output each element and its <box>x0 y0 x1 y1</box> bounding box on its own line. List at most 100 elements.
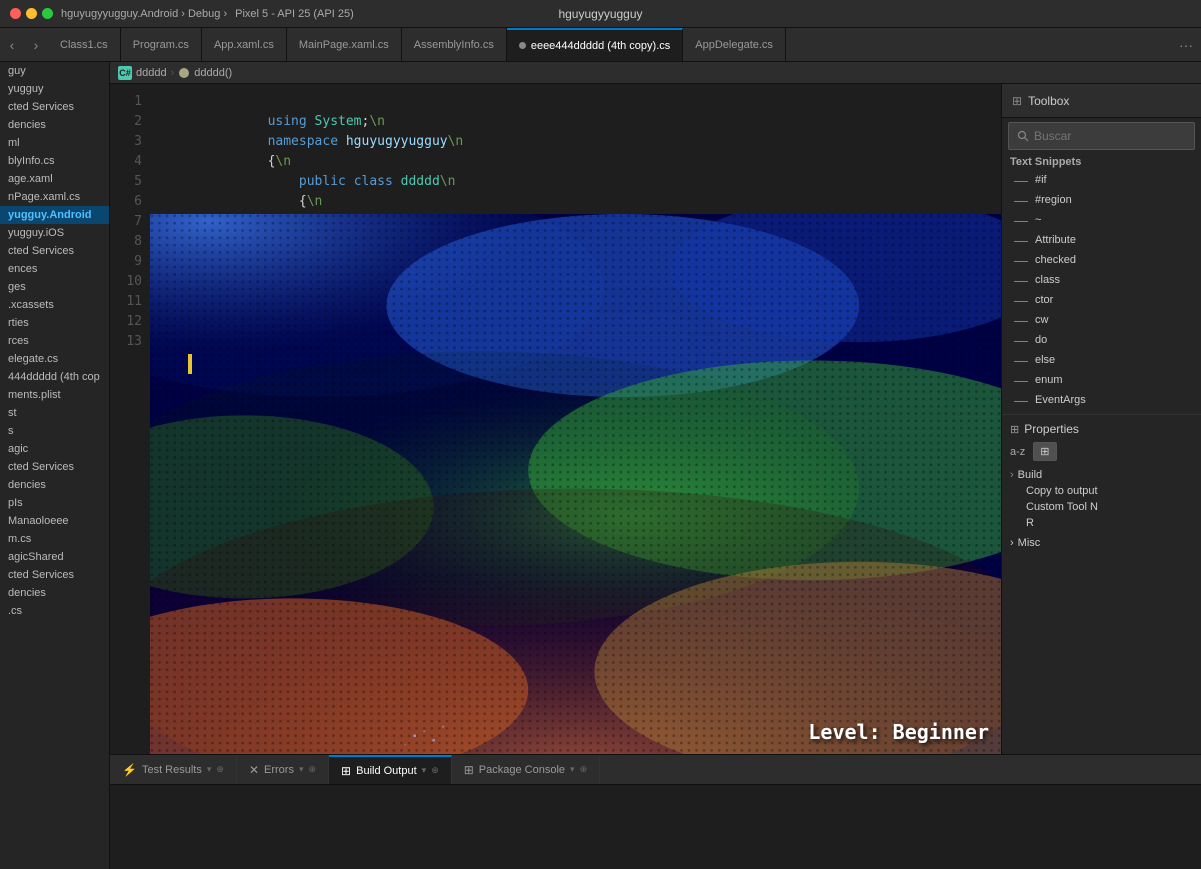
sidebar-item-rties[interactable]: rties <box>0 314 109 332</box>
sidebar-item-cs[interactable]: .cs <box>0 602 109 620</box>
copy-to-output[interactable]: Copy to output <box>1010 483 1193 499</box>
snippet-dots: — <box>1014 252 1028 268</box>
snippet-enum[interactable]: — enum <box>1002 370 1201 390</box>
sidebar-item-manaoloeee[interactable]: Manaoloeee <box>0 512 109 530</box>
sidebar-item-ios[interactable]: yugguy.iOS <box>0 224 109 242</box>
close-button[interactable] <box>10 8 21 19</box>
sidebar-item-rces[interactable]: rces <box>0 332 109 350</box>
app-info: hguyugyyugguy.Android › Debug › <box>61 8 227 20</box>
misc-section: › Misc <box>1002 534 1201 552</box>
sidebar-item-npage[interactable]: nPage.xaml.cs <box>0 188 109 206</box>
snippet-eventargs[interactable]: — EventArgs <box>1002 390 1201 410</box>
tab-build-output[interactable]: ⊞ Build Output ▾ ⊕ <box>329 755 452 784</box>
sidebar-item-age-xaml[interactable]: age.xaml <box>0 170 109 188</box>
snippet-class[interactable]: — class <box>1002 270 1201 290</box>
sidebar-item-dencies2[interactable]: dencies <box>0 476 109 494</box>
snippet-dots: — <box>1014 272 1028 288</box>
minimize-button[interactable] <box>26 8 37 19</box>
misc-label: Misc <box>1018 537 1041 549</box>
package-console-icon: ⊞ <box>464 763 474 777</box>
tab-label: AssemblyInfo.cs <box>414 39 494 51</box>
snippet-if[interactable]: — #if <box>1002 170 1201 190</box>
snippet-label: class <box>1035 274 1060 286</box>
tab-app[interactable]: App.xaml.cs <box>202 28 287 61</box>
code-content[interactable]: using System;\n namespace hguyugyyugguy\… <box>150 84 1001 754</box>
sidebar-item-ml[interactable]: ml <box>0 134 109 152</box>
sidebar-item-agic[interactable]: agic <box>0 440 109 458</box>
tab-eeee[interactable]: eeee444ddddd (4th copy).cs <box>507 28 683 61</box>
sidebar-item-blyinfo[interactable]: blyInfo.cs <box>0 152 109 170</box>
tab-program[interactable]: Program.cs <box>121 28 202 61</box>
tab-appdelegate[interactable]: AppDelegate.cs <box>683 28 786 61</box>
sidebar-item-ments[interactable]: ments.plist <box>0 386 109 404</box>
tab-assemblyinfo[interactable]: AssemblyInfo.cs <box>402 28 507 61</box>
snippet-label: EventArgs <box>1035 394 1086 406</box>
package-console-action[interactable]: ⊕ <box>580 764 588 775</box>
snippet-checked[interactable]: — checked <box>1002 250 1201 270</box>
sidebar-item-elegate[interactable]: elegate.cs <box>0 350 109 368</box>
title-bar: hguyugyyugguy.Android › Debug › Pixel 5 … <box>0 0 1201 28</box>
yellow-indicator <box>188 354 192 374</box>
sidebar-item-m-cs[interactable]: m.cs <box>0 530 109 548</box>
snippet-tilde[interactable]: — ~ <box>1002 210 1201 230</box>
sidebar-item-yugguy[interactable]: yugguy <box>0 80 109 98</box>
toolbox-divider-1 <box>1002 414 1201 415</box>
sidebar-item-apis[interactable]: pIs <box>0 494 109 512</box>
sidebar-item-cted4[interactable]: cted Services <box>0 566 109 584</box>
code-line-4: public class ddddd\n <box>158 152 1001 172</box>
snippet-attribute[interactable]: — Attribute <box>1002 230 1201 250</box>
sidebar-item-guy[interactable]: guy <box>0 62 109 80</box>
code-line-6: public ddddd()\n <box>158 192 1001 212</box>
sidebar-item-s[interactable]: s <box>0 422 109 440</box>
toolbox-search-container[interactable] <box>1008 122 1195 150</box>
build-output-arrow: ▾ <box>422 765 427 776</box>
maximize-button[interactable] <box>42 8 53 19</box>
toolbox-header: ⊞ Toolbox <box>1002 84 1201 118</box>
editor-content[interactable]: 1 2 3 4 5 6 7 8 9 10 11 12 13 <box>110 84 1001 754</box>
sidebar-item-cted-services[interactable]: cted Services <box>0 98 109 116</box>
sidebar-item-xcassets[interactable]: .xcassets <box>0 296 109 314</box>
build-section: › Build Copy to output Custom Tool N R <box>1002 464 1201 534</box>
sidebar-item-cted3[interactable]: cted Services <box>0 458 109 476</box>
sidebar-item-cted2[interactable]: cted Services <box>0 242 109 260</box>
sidebar-item-dencies[interactable]: dencies <box>0 116 109 134</box>
sidebar-item-dencies3[interactable]: dencies <box>0 584 109 602</box>
custom-tool[interactable]: Custom Tool N <box>1010 499 1193 515</box>
sidebar-item-ences[interactable]: ences <box>0 260 109 278</box>
build-output-action[interactable]: ⊕ <box>431 765 439 776</box>
misc-section-header[interactable]: › Misc <box>1010 537 1193 549</box>
errors-action[interactable]: ⊕ <box>309 764 317 775</box>
build-section-header[interactable]: › Build <box>1010 467 1193 483</box>
test-results-action[interactable]: ⊕ <box>216 764 224 775</box>
tab-overflow-button[interactable]: ··· <box>1171 37 1201 53</box>
traffic-lights[interactable] <box>10 8 53 19</box>
snippet-dots: — <box>1014 352 1028 368</box>
toolbox-tab-grid[interactable]: ⊞ <box>1033 442 1056 461</box>
tab-next-button[interactable]: › <box>24 28 48 62</box>
sidebar-item-android[interactable]: yugguy.Android <box>0 206 109 224</box>
snippet-cw[interactable]: — cw <box>1002 310 1201 330</box>
tab-package-console[interactable]: ⊞ Package Console ▾ ⊕ <box>452 755 600 784</box>
line-num-8: 8 <box>110 232 150 252</box>
tab-errors[interactable]: ✕ Errors ▾ ⊕ <box>237 755 329 784</box>
sidebar-item-444ddddd[interactable]: 444ddddd (4th cop <box>0 368 109 386</box>
build-chevron-icon: › <box>1010 469 1014 481</box>
toolbox-search-input[interactable] <box>1034 129 1186 143</box>
breadcrumb: C# ddddd › ddddd() <box>110 62 1201 84</box>
sidebar-item-st[interactable]: st <box>0 404 109 422</box>
snippet-dots: — <box>1014 392 1028 408</box>
snippet-else[interactable]: — else <box>1002 350 1201 370</box>
sidebar-item-agicshared[interactable]: agicShared <box>0 548 109 566</box>
tab-test-results[interactable]: ⚡ Test Results ▾ ⊕ <box>110 755 237 784</box>
snippet-label: enum <box>1035 374 1063 386</box>
snippet-region[interactable]: — #region <box>1002 190 1201 210</box>
editor-area[interactable]: 1 2 3 4 5 6 7 8 9 10 11 12 13 <box>110 84 1001 754</box>
snippet-label: ~ <box>1035 214 1041 226</box>
tab-class1[interactable]: Class1.cs <box>48 28 121 61</box>
tab-prev-button[interactable]: ‹ <box>0 28 24 62</box>
sidebar-item-ges[interactable]: ges <box>0 278 109 296</box>
breadcrumb-part1: ddddd <box>136 67 167 79</box>
snippet-ctor[interactable]: — ctor <box>1002 290 1201 310</box>
snippet-do[interactable]: — do <box>1002 330 1201 350</box>
tab-mainpage[interactable]: MainPage.xaml.cs <box>287 28 402 61</box>
